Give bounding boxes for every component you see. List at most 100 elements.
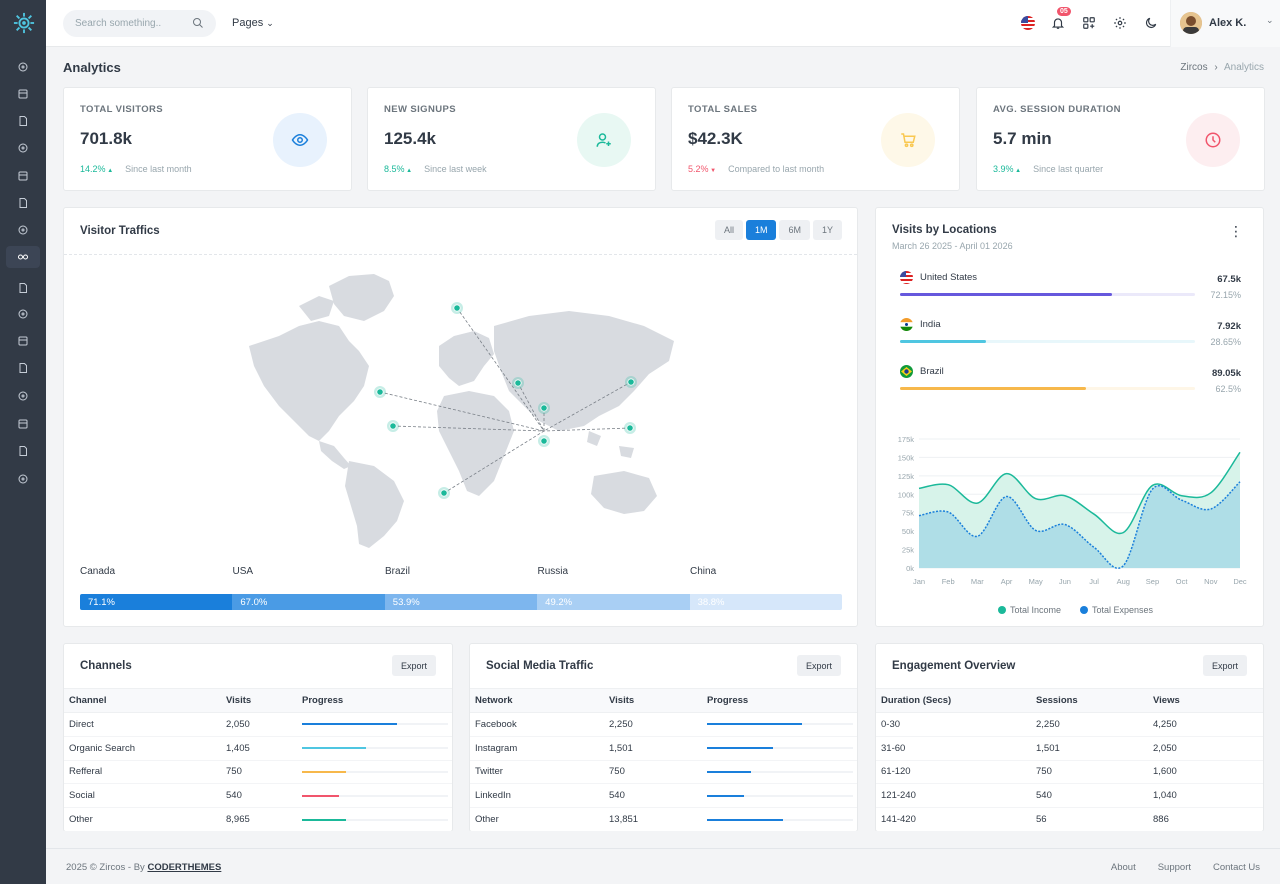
engagement-card: Engagement Overview Export Duration (Sec… [875,643,1264,832]
legend-income[interactable]: Total Income [998,605,1061,615]
arrow-up-icon: ▲ [105,168,114,174]
calendar-icon[interactable] [15,86,31,102]
search-icon[interactable] [192,17,204,29]
x-tick-label: Nov [1204,577,1218,586]
map-marker[interactable] [538,402,550,414]
table-row[interactable]: Social 540 [64,783,452,809]
table-row[interactable]: Facebook 2,250 [470,712,857,737]
col-header: Visits [221,688,297,713]
table-row[interactable]: Direct 2,050 [64,712,452,737]
breadcrumb: Zircos › Analytics [1180,62,1264,73]
stat-delta: 8.5% ▲ Since last week [384,164,487,174]
lock-icon[interactable] [15,195,31,211]
moon-icon[interactable] [1143,15,1159,31]
progress-bar [707,818,853,821]
range-6m-button[interactable]: 6M [779,220,810,240]
table-row[interactable]: LinkedIn 540 [470,783,857,809]
table-row[interactable]: Instagram 1,501 [470,736,857,761]
table-icon[interactable] [15,443,31,459]
apps-icon[interactable] [1081,15,1097,31]
network-visits: 1,501 [604,736,702,761]
col-header: Visits [604,688,702,713]
export-button[interactable]: Export [391,655,436,676]
book-icon[interactable] [15,280,31,296]
table-row[interactable]: Other 8,965 [64,807,452,832]
table-row[interactable]: 121-240 540 1,040 [876,783,1263,809]
progress-cell [702,760,857,785]
map-marker[interactable] [451,302,463,314]
progress-cell [297,783,452,809]
location-bar-fill [900,340,986,343]
map-pin-icon[interactable] [15,471,31,487]
duration-cell: 0-30 [876,712,1031,737]
building-icon[interactable] [15,113,31,129]
copy-icon[interactable] [15,168,31,184]
y-tick-label: 50k [902,527,914,536]
delta-value: 14.2% [80,164,106,174]
table-row[interactable]: 31-60 1,501 2,050 [876,736,1263,761]
file-icon[interactable] [15,140,31,156]
stat-label: TOTAL SALES [688,104,758,115]
gear-icon[interactable] [1112,15,1128,31]
breadcrumb-home[interactable]: Zircos [1180,62,1207,73]
range-1m-button[interactable]: 1M [745,220,777,240]
infinity-icon[interactable] [6,246,40,268]
table-row[interactable]: Other 13,851 [470,807,857,832]
progress-fill [707,818,783,821]
x-tick-label: Jan [913,577,925,586]
progress-bar [707,723,853,726]
us-flag-icon[interactable] [1020,15,1036,31]
map-marker[interactable] [538,435,550,447]
map-marker[interactable] [512,377,524,389]
views-cell: 2,050 [1148,736,1263,761]
engagement-title: Engagement Overview [892,660,1016,672]
search-input[interactable]: Search something.. [63,10,216,37]
range-all-button[interactable]: All [714,220,743,240]
table-row[interactable]: 61-120 750 1,600 [876,760,1263,785]
table-row[interactable]: Organic Search 1,405 [64,736,452,761]
map-marker[interactable] [387,420,399,432]
stat-since: Compared to last month [728,164,825,174]
location-name: United States [920,272,978,283]
footer-link-contact[interactable]: Contact Us [1213,862,1260,873]
legend-expenses[interactable]: Total Expenses [1080,605,1153,615]
user-menu[interactable]: Alex K. ⌄ [1170,0,1280,47]
table-row[interactable]: Twitter 750 [470,760,857,785]
table-row[interactable]: Refferal 750 [64,760,452,785]
footer-link-support[interactable]: Support [1158,862,1191,873]
more-vertical-icon[interactable]: ⋮ [1229,224,1243,238]
contrast-icon[interactable] [15,306,31,322]
views-cell: 4,250 [1148,712,1263,737]
chevron-down-icon: ⌄ [266,18,274,28]
progress-cell [702,783,857,809]
map-marker[interactable] [438,487,450,499]
pages-menu[interactable]: Pages ⌄ [232,17,274,29]
footer-links: About Support Contact Us [1111,862,1260,873]
shield-icon[interactable] [15,388,31,404]
progress-fill [302,770,346,773]
bell-icon[interactable] [1050,15,1066,31]
export-button[interactable]: Export [1202,655,1247,676]
export-button[interactable]: Export [796,655,841,676]
logo-icon[interactable] [13,12,35,34]
map-marker[interactable] [374,386,386,398]
legend-income-label: Total Income [1010,605,1062,615]
sessions-cell: 2,250 [1031,712,1148,737]
map-marker[interactable] [624,422,636,434]
map-marker[interactable] [625,376,637,388]
sessions-cell: 540 [1031,783,1148,809]
badge-icon[interactable] [15,333,31,349]
location-name: Brazil [920,366,944,377]
server-icon[interactable] [15,222,31,238]
leaf-icon[interactable] [15,360,31,376]
table-row[interactable]: 0-30 2,250 4,250 [876,712,1263,737]
table-row[interactable]: 141-420 56 886 [876,807,1263,832]
dashboard-icon[interactable] [15,59,31,75]
book-open-icon[interactable] [15,416,31,432]
progress-fill [302,794,339,797]
progress-fill [707,723,802,726]
legend-swatch [998,606,1006,614]
range-1y-button[interactable]: 1Y [812,220,842,240]
brand-link[interactable]: CODERTHEMES [147,862,221,873]
footer-link-about[interactable]: About [1111,862,1136,873]
